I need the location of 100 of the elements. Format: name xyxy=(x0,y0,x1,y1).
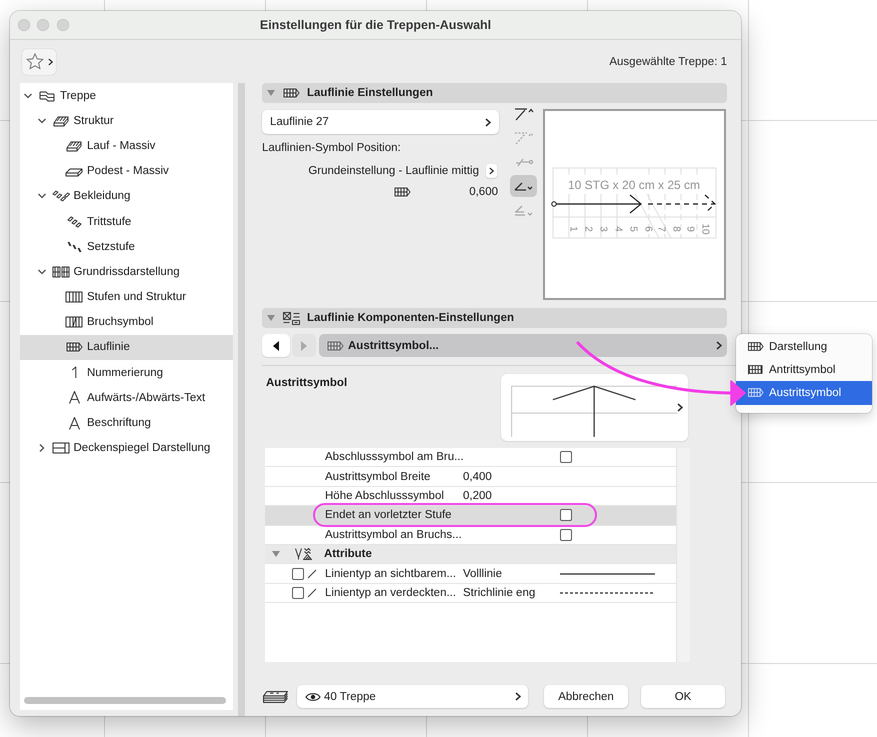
dialog-button[interactable]: Abbrechen xyxy=(544,685,628,708)
end-symbol-icon xyxy=(748,387,764,398)
menu-item[interactable]: Austrittsymbol xyxy=(736,381,872,405)
tree-item[interactable]: Lauf - Massiv xyxy=(20,133,233,159)
position-value: Grundeinstellung - Lauflinie mittig xyxy=(308,165,479,177)
position-menu-button[interactable] xyxy=(486,164,497,178)
eye-icon xyxy=(305,692,321,702)
chevron-icon xyxy=(485,118,491,126)
group-title: Attribute xyxy=(324,548,372,560)
step-number: 3 xyxy=(598,226,608,232)
section-title: Austrittsymbol xyxy=(265,376,348,391)
checkbox[interactable] xyxy=(292,586,304,599)
stair-treads-icon xyxy=(52,190,70,202)
property-value: Volllinie xyxy=(463,568,502,580)
property-label: Endet an vorletzter Stufe xyxy=(325,509,453,522)
tree-item[interactable]: Lauflinie xyxy=(20,334,233,360)
tree-item[interactable]: Deckenspiegel Darstellung xyxy=(20,436,233,461)
walkline-icon xyxy=(283,88,300,98)
style-dropdown[interactable]: Lauflinie 27 xyxy=(262,110,499,134)
offset-value: 0,600 xyxy=(468,186,498,198)
component-dropdown[interactable]: Austrittsymbol... xyxy=(319,334,727,357)
symbol-tool-button[interactable] xyxy=(510,175,537,197)
step-number: 2 xyxy=(582,226,594,232)
property-value: 0,200 xyxy=(463,490,492,502)
chevron-icon[interactable] xyxy=(38,193,46,200)
walkline-icon xyxy=(66,342,82,352)
back-icon xyxy=(273,340,279,350)
property-value: 0,400 xyxy=(463,470,492,483)
stair-label: 10 STG x 20 cm x 25 cm xyxy=(568,178,700,192)
stair-icon xyxy=(38,88,56,103)
risers-icon xyxy=(66,240,82,253)
text-icon xyxy=(68,391,80,404)
chevron-icon xyxy=(489,167,494,175)
tree-item[interactable]: Trittstufe xyxy=(20,208,233,234)
walkline-symbol-icon xyxy=(514,158,532,166)
forward-icon xyxy=(301,340,307,350)
tree-item[interactable]: Beschriftung xyxy=(20,410,233,436)
treads-icon xyxy=(66,216,82,228)
walkline-symbol-icon xyxy=(514,182,533,190)
section-title: Lauflinie Einstellungen xyxy=(307,87,433,99)
disclosure-triangle-icon[interactable] xyxy=(272,550,280,558)
layer-dropdown[interactable]: 40 Treppe xyxy=(297,685,528,708)
text-icon xyxy=(68,416,80,430)
step-number: 8 xyxy=(670,226,682,232)
components-icon xyxy=(283,312,300,324)
checkbox[interactable] xyxy=(292,568,304,580)
chevron-icon[interactable] xyxy=(24,92,32,99)
menu-item[interactable]: Antrittsymbol xyxy=(736,358,872,382)
step-number: 9 xyxy=(684,226,696,232)
pen-icon xyxy=(307,568,317,579)
dialog-button[interactable]: OK xyxy=(641,685,725,708)
chevron-icon[interactable] xyxy=(38,118,46,124)
favorites-button[interactable] xyxy=(22,48,56,74)
tree-item[interactable]: Nummerierung xyxy=(20,360,233,386)
layers-icon xyxy=(263,690,288,702)
checkbox[interactable] xyxy=(560,509,572,522)
chevron-icon xyxy=(716,341,722,350)
star-icon xyxy=(26,53,44,70)
property-label: Linientyp an verdeckten... xyxy=(325,586,458,599)
window-title: Einstellungen für die Treppen-Auswahl xyxy=(260,18,492,32)
tree-item[interactable]: Stufen und Struktur xyxy=(20,284,233,310)
chevron-icon[interactable] xyxy=(38,444,44,452)
step-number: 10 xyxy=(700,223,710,235)
steps-grid-icon xyxy=(65,291,83,304)
step-number: 5 xyxy=(628,226,638,232)
menu-item[interactable]: Darstellung xyxy=(736,335,872,358)
tree-item[interactable]: Podest - Massiv xyxy=(20,158,233,184)
property-row[interactable]: Abschlusssymbol am Bru... xyxy=(265,448,676,468)
walkline-icon xyxy=(748,341,764,352)
scrollbar-thumb[interactable] xyxy=(24,697,226,704)
selection-count: Ausgewählte Treppe: 1 xyxy=(609,56,727,68)
step-number: 7 xyxy=(656,226,666,232)
end-symbol-icon xyxy=(327,340,344,350)
property-row[interactable]: Linientyp an verdeckten... Strichlinie eng xyxy=(265,584,676,604)
property-row[interactable]: Austrittsymbol an Bruchs... xyxy=(265,526,676,545)
section-title: Lauflinie Komponenten-Einstellungen xyxy=(307,312,514,324)
tree-item[interactable]: Bekleidung xyxy=(20,184,233,209)
checkbox[interactable] xyxy=(560,528,572,541)
tree-item[interactable]: Bruchsymbol xyxy=(20,310,233,335)
checkbox[interactable] xyxy=(560,451,572,464)
property-row[interactable]: Endet an vorletzter Stufe xyxy=(265,506,676,526)
step-number: 1 xyxy=(568,226,578,232)
tree-item[interactable]: Grundrissdarstellung xyxy=(20,259,233,284)
tree-item[interactable]: Aufwärts-/Abwärts-Text xyxy=(20,385,233,410)
property-label: Austrittsymbol an Bruchs... xyxy=(325,528,463,541)
chevron-icon xyxy=(677,403,683,412)
tree-item[interactable]: Struktur xyxy=(20,108,233,134)
property-value: Strichlinie eng xyxy=(463,586,536,599)
chevron-icon xyxy=(515,692,521,701)
property-label: Austrittsymbol Breite xyxy=(325,470,432,483)
stair-block-icon xyxy=(65,138,83,153)
step-number: 6 xyxy=(642,226,654,232)
ceiling-icon xyxy=(52,442,70,454)
stair-block-icon xyxy=(52,114,70,128)
tree-item[interactable]: Treppe xyxy=(20,83,233,108)
chevron-icon[interactable] xyxy=(38,268,46,275)
line-type-preview-icon xyxy=(560,590,655,595)
back-button[interactable] xyxy=(262,334,290,357)
tree-item[interactable]: Setzstufe xyxy=(20,234,233,260)
line-type-preview-icon xyxy=(560,572,655,576)
